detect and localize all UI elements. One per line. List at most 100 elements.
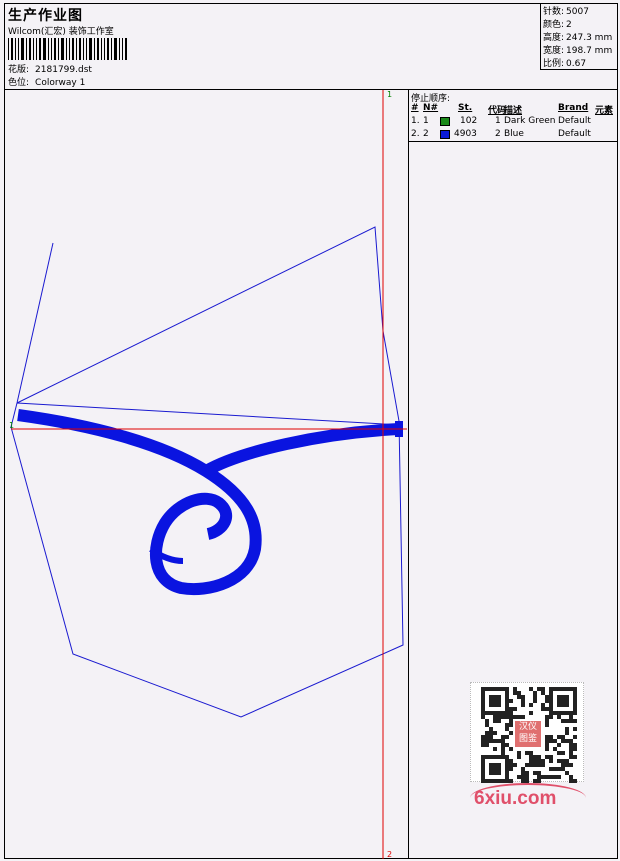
- qr-module: [485, 739, 489, 743]
- qr-module: [521, 767, 525, 771]
- barcode-bar: [58, 38, 59, 60]
- qr-module: [501, 715, 505, 719]
- barcode-bar: [33, 38, 34, 60]
- qr-module: [517, 695, 521, 699]
- qr-module: [573, 695, 577, 699]
- qr-module: [549, 715, 553, 719]
- qr-module: [573, 691, 577, 695]
- qr-module: [541, 763, 545, 767]
- qr-module: [481, 771, 485, 775]
- qr-module: [565, 731, 569, 735]
- qr-module: [505, 723, 509, 727]
- stat-stitches: 针数: 5007: [543, 7, 589, 17]
- qr-module: [481, 715, 485, 719]
- sheet-header: 生产作业图 Wilcom(汇宏) 装饰工作室 花版: 2181799.dst 色位…: [5, 4, 617, 90]
- qr-module: [569, 711, 573, 715]
- barcode-bar: [86, 38, 87, 60]
- barcode-bar: [54, 38, 56, 60]
- qr-module: [489, 735, 493, 739]
- qr-module: [481, 687, 485, 691]
- qr-module: [557, 743, 561, 747]
- qr-module: [525, 775, 529, 779]
- barcode-bar: [8, 38, 9, 60]
- qr-module: [565, 763, 569, 767]
- qr-module: [565, 699, 569, 703]
- qr-module: [521, 775, 525, 779]
- qr-module: [489, 767, 493, 771]
- qr-module: [513, 763, 517, 767]
- qr-module: [533, 699, 537, 703]
- qr-module: [505, 727, 509, 731]
- design-stats: 针数: 5007 颜色: 2 高度: 247.3 mm 宽度: 198.7 mm 比例:…: [540, 4, 617, 70]
- qr-module: [549, 711, 553, 715]
- qr-module: [489, 731, 493, 735]
- guide-label-bottom: 2: [387, 850, 392, 859]
- qr-module: [485, 755, 489, 759]
- color-swatch: [440, 130, 450, 139]
- colorway-line: 色位: Colorway 1: [8, 75, 85, 88]
- qr-module: [537, 763, 541, 767]
- qr-module: [525, 763, 529, 767]
- qr-module: [521, 771, 525, 775]
- qr-module: [505, 695, 509, 699]
- qr-module: [509, 767, 513, 771]
- qr-module: [545, 743, 549, 747]
- qr-module: [565, 771, 569, 775]
- barcode-bar: [107, 38, 109, 60]
- barcode-bar: [36, 38, 37, 60]
- barcode-bar: [29, 38, 31, 60]
- qr-module: [545, 775, 549, 779]
- qr-module: [505, 763, 509, 767]
- qr-module: [505, 759, 509, 763]
- qr-module: [521, 695, 525, 699]
- qr-module: [493, 711, 497, 715]
- qr-module: [489, 739, 493, 743]
- qr-module: [549, 759, 553, 763]
- barcode-bar: [15, 38, 16, 60]
- qr-module: [497, 703, 501, 707]
- qr-module: [549, 775, 553, 779]
- qr-module: [569, 763, 573, 767]
- qr-module: [493, 779, 497, 783]
- barcode: [8, 38, 144, 60]
- barcode-bar: [89, 38, 92, 60]
- qr-module: [497, 711, 501, 715]
- color-swatch: [440, 117, 450, 126]
- qr-module: [517, 751, 521, 755]
- qr-stamp: 汉仪图鉴: [515, 721, 541, 747]
- qr-module: [573, 735, 577, 739]
- qr-module: [541, 707, 545, 711]
- qr-module: [493, 703, 497, 707]
- barcode-bar: [51, 38, 52, 60]
- qr-module: [505, 711, 509, 715]
- qr-module: [541, 759, 545, 763]
- barcode-bar: [43, 38, 46, 60]
- qr-module: [505, 771, 509, 775]
- stat-height: 高度: 247.3 mm: [543, 33, 613, 43]
- barcode-bar: [94, 38, 95, 60]
- qr-module: [493, 719, 497, 723]
- qr-module: [545, 695, 549, 699]
- qr-module: [481, 703, 485, 707]
- qr-module: [505, 703, 509, 707]
- qr-module: [481, 691, 485, 695]
- qr-module: [481, 755, 485, 759]
- stat-width: 宽度: 198.7 mm: [543, 46, 613, 56]
- qr-module: [561, 711, 565, 715]
- qr-module: [573, 779, 577, 783]
- col-desc: 描述: [504, 106, 523, 116]
- qr-module: [485, 719, 489, 723]
- qr-module: [529, 755, 533, 759]
- qr-module: [569, 751, 573, 755]
- qr-module: [565, 711, 569, 715]
- colorway-label: 色位:: [8, 78, 30, 88]
- qr-module: [513, 687, 517, 691]
- qr-module: [509, 731, 513, 735]
- qr-module: [541, 703, 545, 707]
- qr-module: [569, 739, 573, 743]
- qr-module: [497, 779, 501, 783]
- qr-module: [569, 755, 573, 759]
- qr-module: [549, 703, 553, 707]
- design-label: 花版:: [8, 65, 30, 75]
- design-preview: 1 1 2: [5, 90, 409, 859]
